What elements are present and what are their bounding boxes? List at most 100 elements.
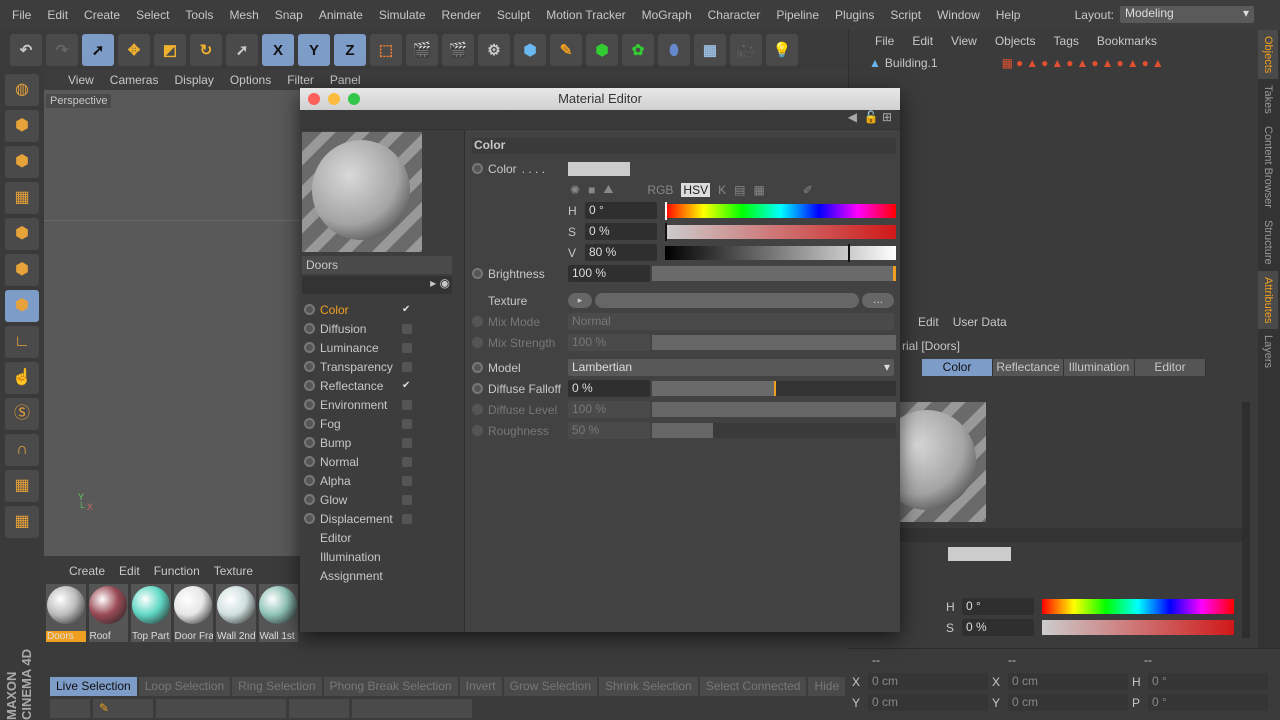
menu-window[interactable]: Window — [937, 8, 980, 22]
v-field[interactable]: 80 % — [585, 244, 657, 261]
hue-slider[interactable] — [665, 201, 896, 220]
menu-animate[interactable]: Animate — [319, 8, 363, 22]
brightness-field[interactable]: 100 % — [568, 265, 650, 282]
coord-field[interactable]: 0 cm — [1008, 694, 1128, 711]
move-icon[interactable]: ✥ — [118, 34, 150, 66]
saturation-slider[interactable] — [665, 222, 896, 241]
kelvin-mode[interactable]: K — [718, 183, 726, 197]
mix-strength-slider[interactable] — [652, 335, 896, 350]
animate-radio[interactable] — [304, 304, 315, 315]
subdivision-icon[interactable]: ⬢ — [586, 34, 618, 66]
hsv-mode[interactable]: HSV — [681, 182, 711, 197]
undo-icon[interactable]: ↶ — [10, 34, 42, 66]
channel-checkbox[interactable] — [402, 323, 412, 334]
right-tab-structure[interactable]: Structure — [1258, 214, 1278, 271]
menu-edit[interactable]: Edit — [47, 8, 68, 22]
right-tab-takes[interactable]: Takes — [1258, 79, 1278, 120]
right-tab-objects[interactable]: Objects — [1258, 30, 1278, 80]
viewport-menu-options[interactable]: Options — [230, 73, 271, 87]
mix-strength-field[interactable]: 100 % — [568, 334, 650, 351]
value-knob[interactable] — [848, 243, 851, 262]
value-slider[interactable] — [665, 243, 896, 262]
viewport-menu-view[interactable]: View — [68, 73, 94, 87]
selection-live-selection[interactable]: Live Selection — [50, 677, 137, 696]
saturation-knob[interactable] — [665, 222, 667, 241]
tool-icon[interactable] — [156, 699, 286, 718]
channel-alpha[interactable]: Alpha — [300, 471, 464, 490]
channel-illumination[interactable]: Illumination — [300, 547, 464, 566]
attribute-s-field[interactable]: 0 % — [962, 619, 1034, 636]
coord-field[interactable]: 0 cm — [868, 673, 988, 690]
channel-environment[interactable]: Environment — [300, 395, 464, 414]
right-tab-attributes[interactable]: Attributes — [1258, 270, 1278, 330]
channel-displacement[interactable]: Displacement — [300, 509, 464, 528]
channel-checkbox[interactable]: ✔ — [402, 380, 412, 391]
model-mode-icon[interactable]: ⬢ — [5, 110, 39, 142]
material-thumbnail[interactable]: Wall 1st — [258, 584, 298, 642]
viewport-menu-cameras[interactable]: Cameras — [110, 73, 159, 87]
color-swatch[interactable] — [568, 161, 630, 176]
axis-icon[interactable]: ∟ — [5, 326, 39, 358]
coord-field[interactable]: 0 ° — [1148, 694, 1268, 711]
menu-pipeline[interactable]: Pipeline — [776, 8, 819, 22]
animate-radio[interactable] — [472, 316, 483, 327]
channel-glow[interactable]: Glow — [300, 490, 464, 509]
minimize-button[interactable] — [328, 93, 340, 105]
deformer-icon[interactable]: ⬮ — [658, 34, 690, 66]
channel-checkbox[interactable]: ✔ — [402, 304, 412, 315]
close-button[interactable] — [308, 93, 320, 105]
workplane-icon[interactable]: ▦ — [5, 182, 39, 214]
object-row[interactable]: ▲ Building.1 ▦●▲●▲●▲●▲●▲●▲ — [849, 52, 1258, 74]
animate-radio[interactable] — [304, 456, 315, 467]
attribute-tab-illumination[interactable]: Illumination — [1064, 359, 1135, 376]
attribute-menu-edit[interactable]: Edit — [918, 315, 939, 329]
lock-icon[interactable]: ◀ 🔓 ⊞ — [848, 110, 892, 124]
s-field[interactable]: 0 % — [585, 223, 657, 240]
cube-icon[interactable]: ⬢ — [514, 34, 546, 66]
selection-phong-break-selection[interactable]: Phong Break Selection — [323, 677, 458, 696]
animate-radio[interactable] — [472, 163, 483, 174]
material-menu-texture[interactable]: Texture — [214, 564, 253, 580]
channel-editor[interactable]: Editor — [300, 528, 464, 547]
tool-icon[interactable] — [289, 699, 349, 718]
material-name-field[interactable]: Doors — [302, 256, 452, 274]
object-menu-tags[interactable]: Tags — [1054, 34, 1079, 48]
object-menu-file[interactable]: File — [875, 34, 894, 48]
menu-help[interactable]: Help — [996, 8, 1021, 22]
viewport-menu-filter[interactable]: Filter — [287, 73, 314, 87]
redo-icon[interactable]: ↷ — [46, 34, 78, 66]
object-menu-view[interactable]: View — [951, 34, 977, 48]
material-menu-create[interactable]: Create — [69, 564, 105, 580]
animate-radio[interactable] — [304, 437, 315, 448]
animate-radio[interactable] — [472, 337, 483, 348]
channel-checkbox[interactable] — [402, 494, 412, 505]
magnet-icon[interactable]: ∩ — [5, 434, 39, 466]
tweak-icon[interactable]: ☝ — [5, 362, 39, 394]
channel-normal[interactable]: Normal — [300, 452, 464, 471]
channel-luminance[interactable]: Luminance — [300, 338, 464, 357]
attribute-tab-color[interactable]: Color — [922, 359, 993, 376]
material-menu-function[interactable]: Function — [154, 564, 200, 580]
preview-options[interactable]: ▸ ◉ — [302, 276, 452, 294]
attribute-scrollbar[interactable] — [1242, 402, 1250, 638]
object-menu-edit[interactable]: Edit — [912, 34, 933, 48]
rotate-icon[interactable]: ↻ — [190, 34, 222, 66]
object-menu-objects[interactable]: Objects — [995, 34, 1036, 48]
animate-radio[interactable] — [472, 404, 483, 415]
menu-file[interactable]: File — [12, 8, 31, 22]
attribute-h-field[interactable]: 0 ° — [962, 598, 1034, 615]
render-settings-icon[interactable]: ⚙ — [478, 34, 510, 66]
channel-checkbox[interactable] — [402, 418, 412, 429]
h-field[interactable]: 0 ° — [585, 202, 657, 219]
right-tab-content-browser[interactable]: Content Browser — [1258, 120, 1278, 214]
channel-checkbox[interactable] — [402, 361, 412, 372]
diffuse-level-slider[interactable] — [652, 402, 896, 417]
animate-radio[interactable] — [472, 383, 483, 394]
pen-icon[interactable]: ✎ — [550, 34, 582, 66]
animate-radio[interactable] — [304, 418, 315, 429]
selection-shrink-selection[interactable]: Shrink Selection — [599, 677, 698, 696]
attribute-hue-slider[interactable] — [1042, 599, 1234, 614]
live-select-icon[interactable]: ➚ — [82, 34, 114, 66]
camera-icon[interactable]: 🎥 — [730, 34, 762, 66]
brightness-slider[interactable] — [652, 266, 896, 281]
